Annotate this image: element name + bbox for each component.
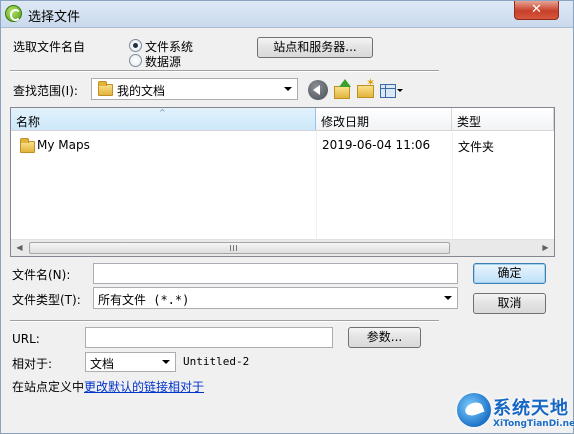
up-folder-icon[interactable] [332, 79, 352, 99]
watermark-logo-icon [457, 393, 491, 427]
folder-icon [98, 81, 113, 96]
column-modified-label: 修改日期 [321, 115, 370, 129]
back-icon[interactable] [308, 80, 328, 100]
filename-label: 文件名(N): [12, 268, 71, 282]
close-button[interactable]: ✕ [514, 1, 559, 20]
column-name-label: 名称 [16, 115, 41, 129]
filename-input[interactable] [93, 263, 458, 284]
new-folder-icon[interactable] [355, 76, 375, 99]
watermark-title: 系统天地 [493, 398, 569, 419]
item-modified: 2019-06-04 11:06 [322, 138, 431, 152]
column-modified[interactable]: 修改日期 [316, 108, 452, 131]
lookin-label: 查找范围(I): [13, 84, 78, 98]
site-note-text: 在站点定义中 [12, 380, 85, 394]
separator [10, 320, 439, 322]
url-input[interactable] [85, 327, 333, 348]
document-name: Untitled-2 [183, 355, 250, 368]
grip-icon [230, 245, 237, 251]
radio-file-system[interactable] [129, 39, 142, 52]
scroll-left-icon[interactable]: ◀ [11, 240, 28, 256]
column-type-label: 类型 [457, 115, 482, 129]
horizontal-scrollbar[interactable]: ◀ ▶ [11, 239, 554, 256]
radio-data-source-label[interactable]: 数据源 [145, 53, 181, 70]
chevron-down-icon [162, 360, 170, 364]
relative-select[interactable]: 文档 [85, 352, 176, 372]
filetype-label: 文件类型(T): [12, 293, 81, 307]
filetype-value: 所有文件 (*.*) [98, 293, 190, 307]
file-dialog: 选择文件 ✕ 选取文件名自 文件系统 数据源 站点和服务器... 查找范围(I)… [0, 0, 574, 434]
file-list[interactable]: ^ 名称 修改日期 类型 My Maps 2019-06-04 11:06 文件… [10, 107, 555, 257]
parameters-button[interactable]: 参数... [348, 327, 421, 348]
item-type: 文件夹 [458, 140, 495, 154]
view-menu-icon[interactable] [379, 80, 405, 100]
source-label: 选取文件名自 [13, 40, 86, 54]
watermark-subtitle: XiTongTianDi.net [493, 419, 574, 429]
column-type[interactable]: 类型 [452, 108, 554, 131]
radio-data-source[interactable] [129, 54, 142, 67]
url-label: URL: [12, 332, 40, 346]
window-title: 选择文件 [28, 10, 81, 25]
chevron-down-icon [284, 87, 292, 91]
sites-servers-button[interactable]: 站点和服务器... [257, 37, 373, 58]
cancel-button[interactable]: 取消 [473, 293, 546, 314]
relative-label: 相对于: [12, 357, 53, 371]
relative-value: 文档 [90, 357, 115, 371]
lookin-value: 我的文档 [117, 84, 166, 98]
lookin-combo[interactable]: 我的文档 [91, 78, 298, 100]
change-default-link[interactable]: 更改默认的链接相对于 [84, 378, 204, 395]
folder-icon [20, 138, 35, 153]
column-name[interactable]: ^ 名称 [11, 108, 316, 131]
title-bar: 选择文件 ✕ [1, 1, 573, 28]
scroll-right-icon[interactable]: ▶ [537, 240, 554, 256]
app-icon [5, 5, 22, 22]
item-name: My Maps [37, 138, 90, 152]
watermark: 系统天地 XiTongTianDi.net [451, 390, 574, 434]
ok-button[interactable]: 确定 [473, 263, 546, 284]
sort-arrow-icon: ^ [159, 108, 166, 117]
filetype-select[interactable]: 所有文件 (*.*) [93, 287, 458, 309]
list-item[interactable]: My Maps 2019-06-04 11:06 文件夹 [11, 132, 554, 156]
chevron-down-icon [444, 296, 452, 300]
scroll-thumb[interactable] [29, 242, 450, 254]
separator [10, 70, 439, 72]
